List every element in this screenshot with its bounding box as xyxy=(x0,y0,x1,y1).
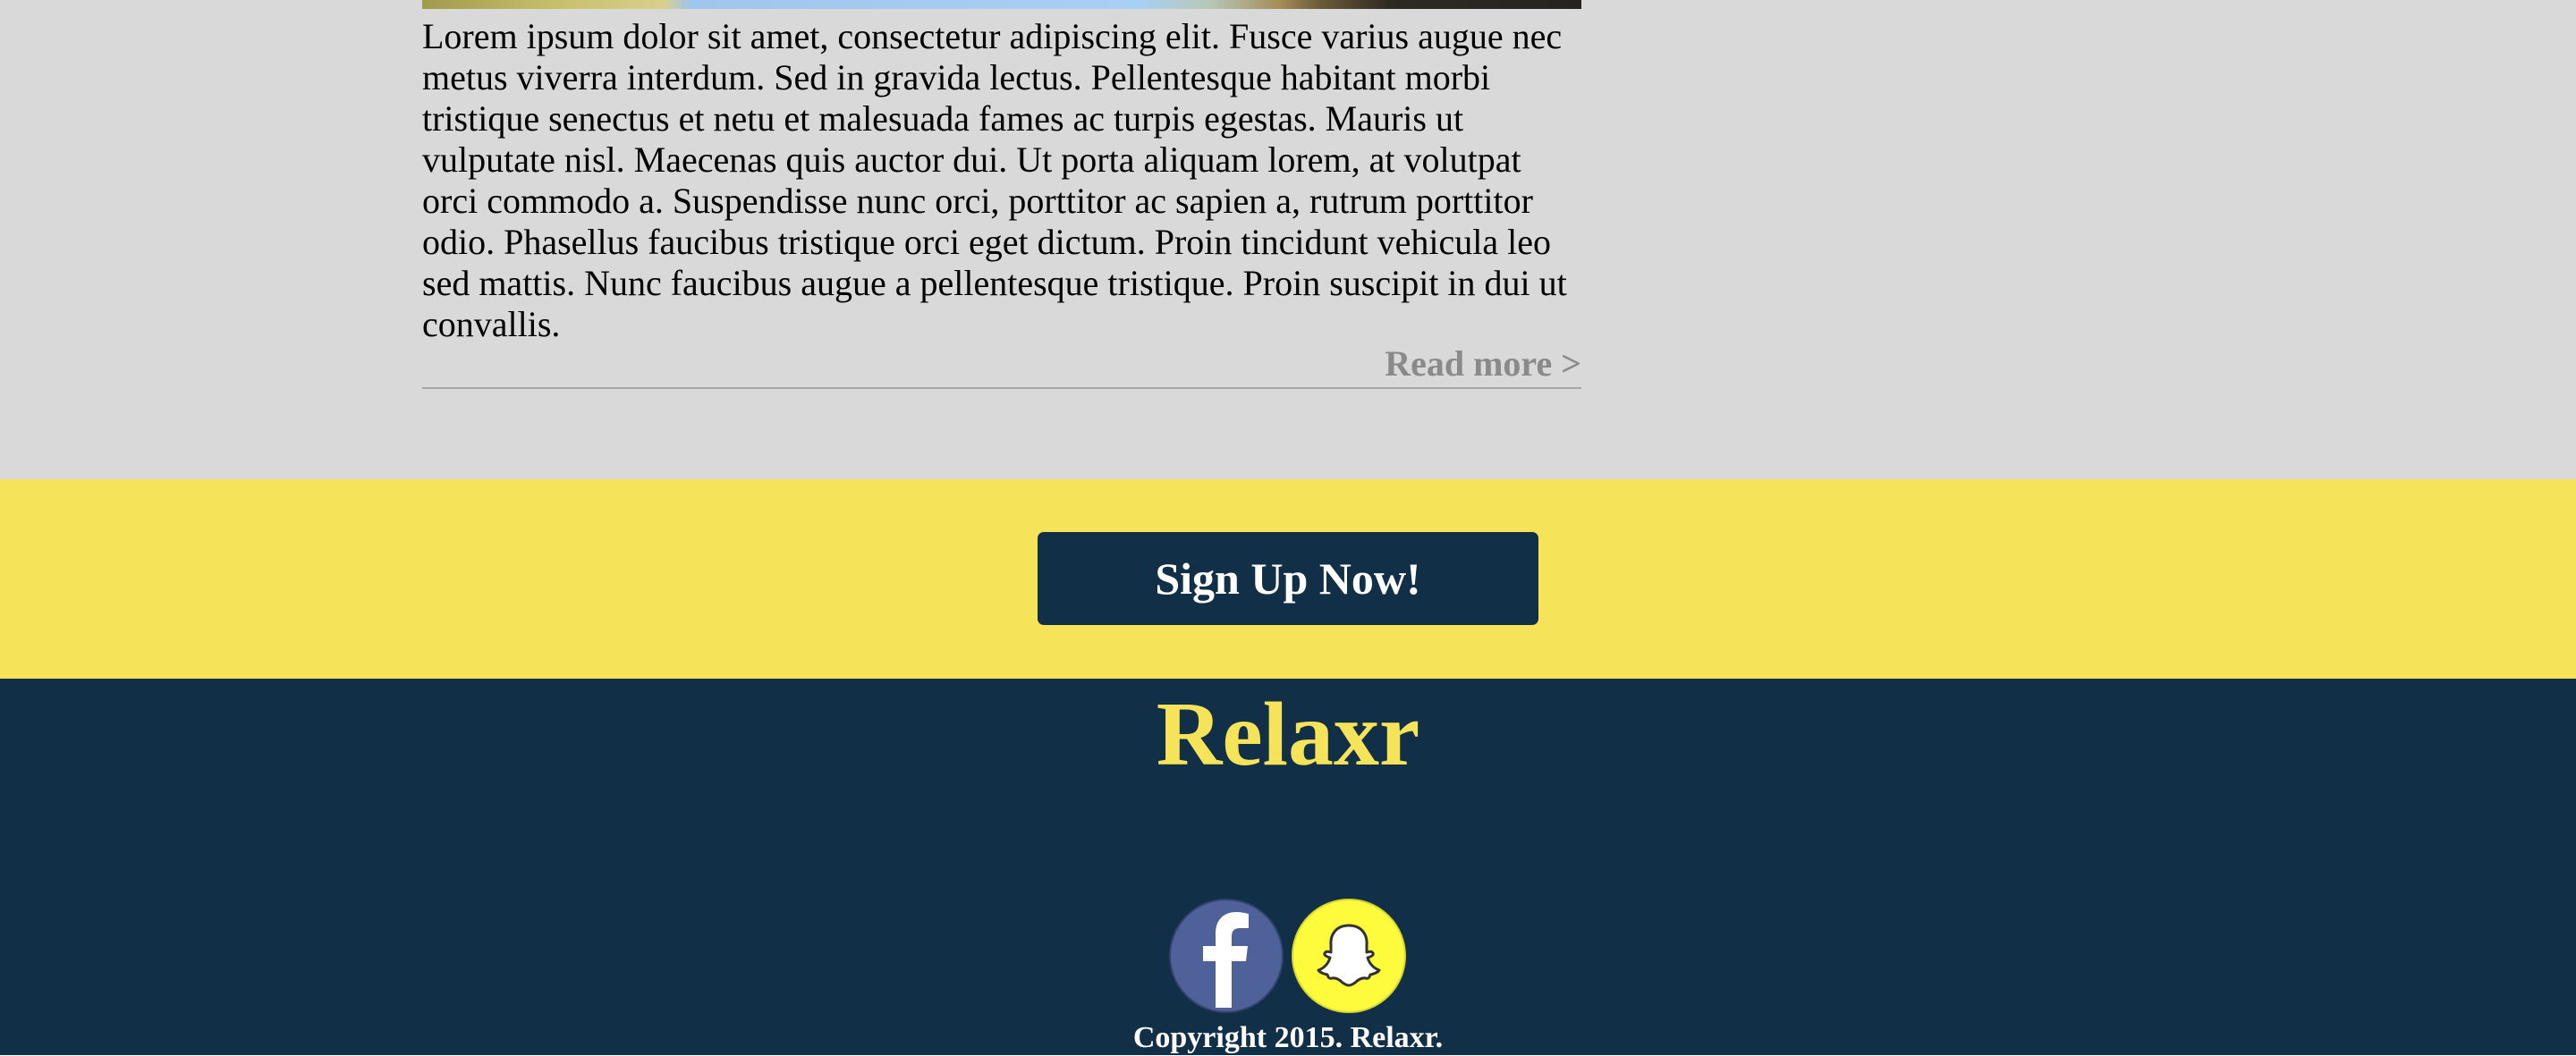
facebook-link[interactable] xyxy=(1169,899,1284,1013)
article-hero-image xyxy=(422,0,1581,9)
footer-logo: Relaxr xyxy=(1156,684,1420,785)
read-more-link[interactable]: Read more > xyxy=(1385,343,1581,384)
signup-band: Sign Up Now! xyxy=(0,479,2576,679)
article-divider xyxy=(422,387,1581,389)
snapchat-link[interactable] xyxy=(1292,899,1406,1013)
facebook-icon xyxy=(1169,899,1284,1013)
article-section: Lorem ipsum dolor sit amet, consectetur … xyxy=(0,0,2576,479)
article-body: Lorem ipsum dolor sit amet, consectetur … xyxy=(422,16,1567,344)
snapchat-icon xyxy=(1292,899,1406,1013)
copyright-text: Copyright 2015. Relaxr. xyxy=(1132,1021,1444,1054)
sign-up-button[interactable]: Sign Up Now! xyxy=(1038,532,1538,625)
footer: Relaxr Copyright 2015. Relaxr. xyxy=(0,679,2576,1055)
